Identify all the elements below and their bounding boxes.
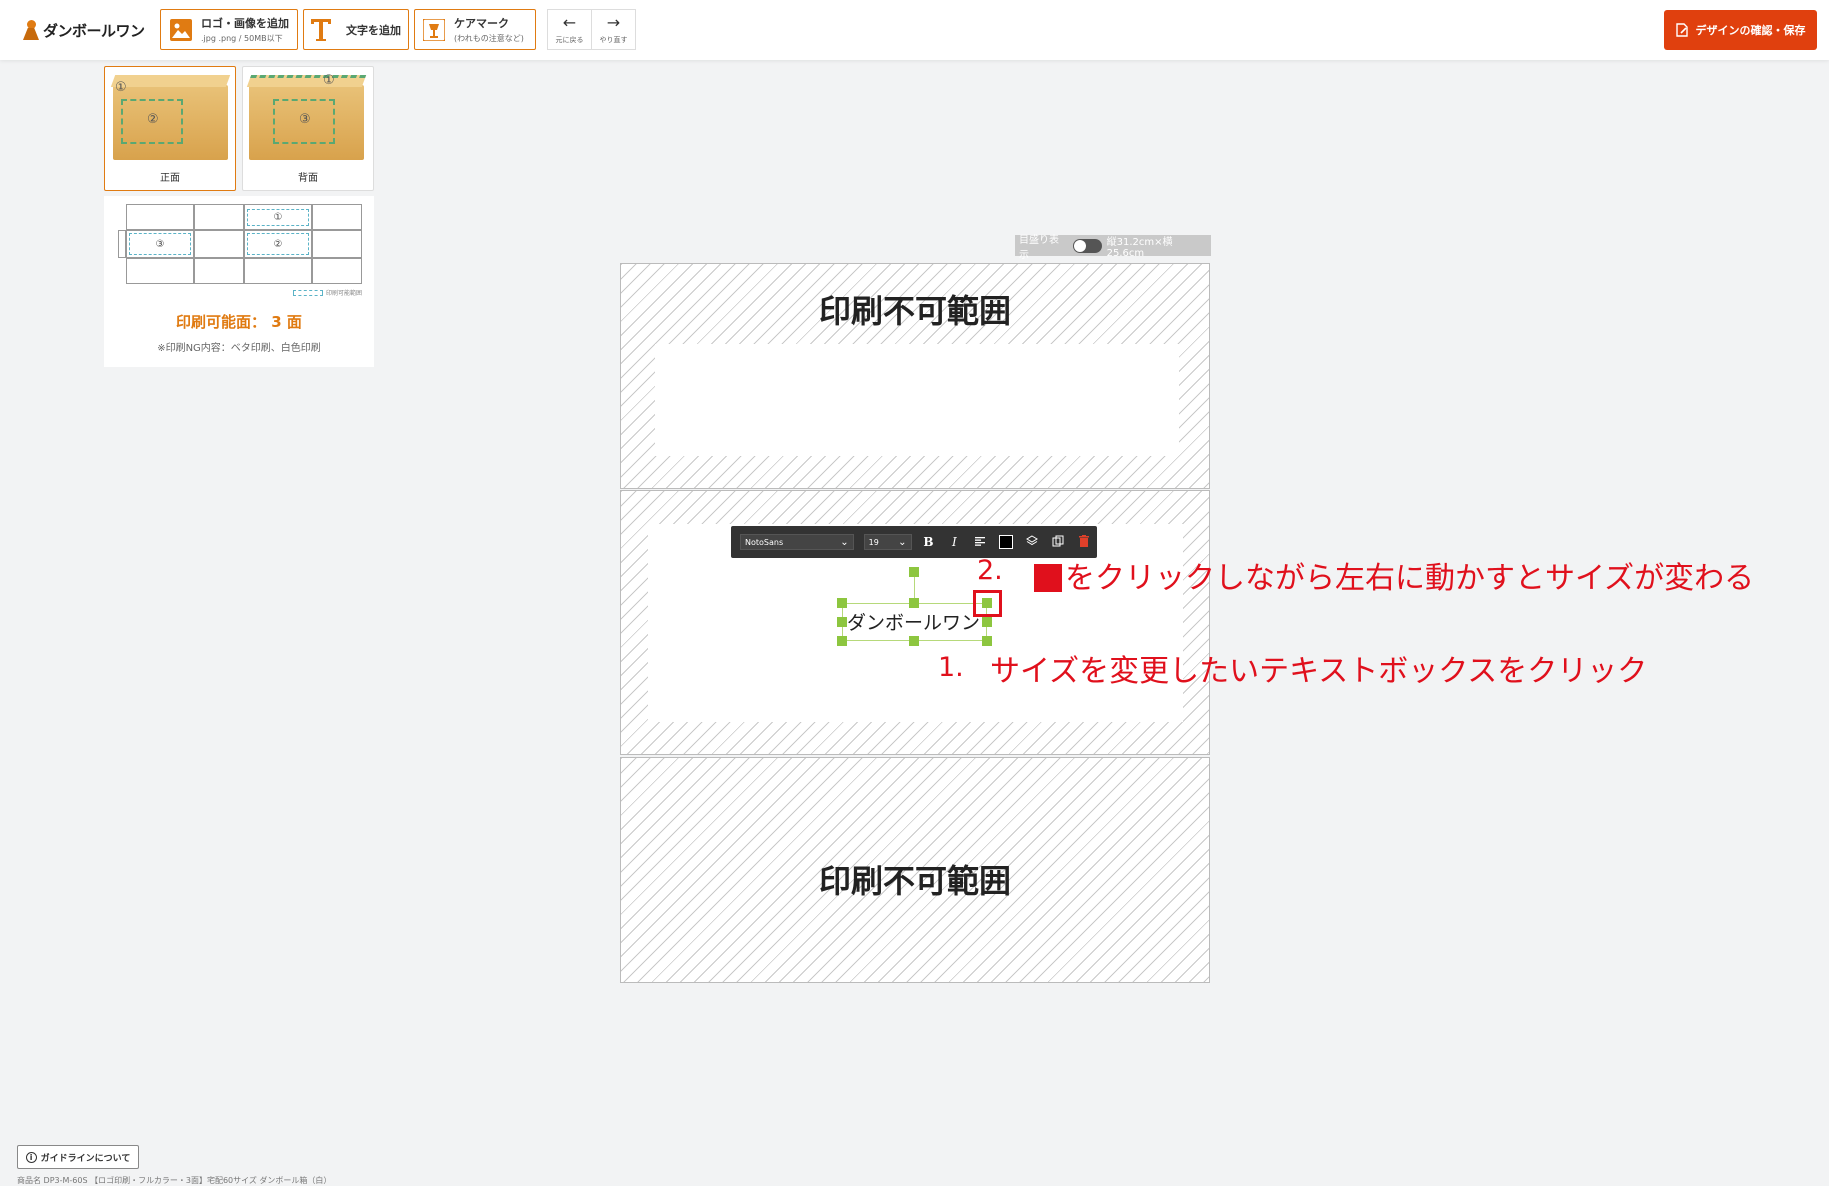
redo-label: やり直す	[599, 35, 628, 44]
font-family-select[interactable]: NotoSans ⌄	[740, 534, 854, 550]
arrow-left-icon: ←	[562, 12, 577, 32]
care-mark-label: ケアマーク	[454, 17, 509, 30]
box-front-illustration: ① ②	[110, 75, 231, 160]
face-number: ③	[299, 112, 311, 127]
annotation-step2-number: 2.	[977, 555, 1003, 586]
box-back-illustration: ① ③	[246, 73, 367, 160]
undo-button[interactable]: ← 元に戻る	[548, 10, 591, 49]
image-icon	[170, 18, 192, 41]
guideline-label: ガイドラインについて	[40, 1153, 131, 1164]
view-label-front: 正面	[160, 173, 180, 184]
net-face-3: ③	[129, 233, 191, 255]
italic-button[interactable]: I	[941, 535, 967, 549]
arrow-right-icon: →	[606, 12, 621, 32]
resize-handle-b[interactable]	[909, 636, 919, 646]
annotation-step1-text: サイズを変更したいテキストボックスをクリック	[990, 654, 1648, 689]
box-net-diagram: ① ② ③	[118, 204, 363, 286]
care-mark-icon	[423, 18, 445, 41]
canvas-info-bar: 目盛り表示 縦31.2cm×横25.6cm	[1015, 235, 1211, 261]
annotation-step2-text: をクリックしながら左右に動かすとサイズが変わる	[1065, 561, 1755, 596]
top-printable-area	[655, 344, 1179, 456]
rotate-handle[interactable]	[909, 567, 919, 577]
face-number: ①	[323, 73, 335, 88]
document-edit-icon	[1675, 23, 1688, 37]
align-left-icon[interactable]	[967, 535, 993, 549]
face-number: ②	[147, 112, 159, 127]
bold-button[interactable]: B	[916, 535, 942, 549]
annotation-step2: をクリックしながら左右に動かすとサイズが変わる	[1034, 553, 1754, 597]
print-faces-count: 印刷可能面： 3 面	[176, 313, 302, 331]
header: ダンボールワン ロゴ・画像を追加 .jpg .png / 50MB以下 文字を追…	[0, 0, 1829, 60]
canvas-top-flap: 印刷不可範囲	[620, 263, 1210, 489]
view-thumb-back[interactable]: ① ③ 背面	[242, 66, 374, 191]
resize-handle-br[interactable]	[982, 636, 992, 646]
confirm-save-button[interactable]: デザインの確認・保存	[1664, 10, 1817, 50]
resize-handle-l[interactable]	[837, 617, 847, 627]
product-note: 商品名 DP3-M-60S 【ロゴ印刷・フルカラー・3面】宅配60サイズ ダンボ…	[17, 1176, 332, 1185]
view-label-back: 背面	[298, 173, 318, 184]
print-ng-note: ※印刷NG内容：ベタ印刷、白色印刷	[157, 343, 321, 354]
red-square-icon	[1034, 564, 1062, 592]
text-box-content: ダンボールワン	[847, 612, 981, 634]
duplicate-icon[interactable]	[1045, 535, 1071, 550]
logo[interactable]: ダンボールワン	[22, 17, 145, 43]
care-mark-button[interactable]: ケアマーク (われもの注意など)	[414, 9, 536, 50]
confirm-save-label: デザインの確認・保存	[1695, 24, 1806, 37]
face-number: ①	[115, 80, 127, 95]
layers-icon[interactable]	[1019, 534, 1045, 550]
canvas-bottom-flap: 印刷不可範囲	[620, 757, 1210, 983]
font-family-value: NotoSans	[745, 537, 784, 547]
undo-label: 元に戻る	[555, 35, 584, 44]
resize-handle-t[interactable]	[909, 598, 919, 608]
add-text-label: 文字を追加	[346, 23, 401, 37]
resize-handle-bl[interactable]	[837, 636, 847, 646]
redo-button[interactable]: → やり直す	[591, 10, 635, 49]
guideline-button[interactable]: i ガイドラインについて	[17, 1145, 139, 1169]
history-group: ← 元に戻る → やり直す	[547, 9, 636, 50]
text-t-icon	[310, 18, 332, 41]
add-image-button[interactable]: ロゴ・画像を追加 .jpg .png / 50MB以下	[160, 9, 298, 50]
trim-toggle-label: 目盛り表示	[1019, 234, 1059, 261]
net-face-1: ①	[247, 209, 309, 226]
view-thumb-front[interactable]: ① ② 正面	[104, 66, 236, 191]
resize-handle-r[interactable]	[982, 617, 992, 627]
trash-icon[interactable]	[1071, 534, 1097, 550]
care-mark-sub: (われもの注意など)	[454, 34, 524, 43]
canvas-dimensions: 縦31.2cm×横25.6cm	[1106, 236, 1173, 259]
chevron-down-icon: ⌄	[840, 536, 849, 548]
font-size-value: 19	[868, 537, 879, 547]
net-legend: 印刷可能範囲	[292, 288, 362, 297]
add-image-sub: .jpg .png / 50MB以下	[201, 34, 283, 43]
trim-toggle[interactable]	[1072, 238, 1102, 253]
unprintable-label: 印刷不可範囲	[818, 862, 1011, 900]
logo-mark-icon	[22, 20, 40, 40]
add-text-button[interactable]: 文字を追加	[303, 9, 409, 50]
text-color-button[interactable]	[993, 535, 1019, 550]
unprintable-label: 印刷不可範囲	[818, 292, 1011, 330]
font-size-select[interactable]: 19 ⌄	[863, 534, 912, 550]
info-icon: i	[25, 1151, 37, 1163]
net-face-2: ②	[247, 233, 309, 255]
net-legend-label: 印刷可能範囲	[325, 290, 362, 297]
add-image-label: ロゴ・画像を追加	[201, 17, 289, 30]
chevron-down-icon: ⌄	[898, 536, 907, 548]
box-net-panel: ① ② ③ 印刷可能範囲 印刷可能面： 3 面 ※印刷NG内容：ベタ印刷、白色印…	[104, 196, 374, 367]
highlight-frame	[973, 590, 1002, 617]
resize-handle-tl[interactable]	[837, 598, 847, 608]
annotation-step1-number: 1.	[938, 652, 964, 683]
logo-text: ダンボールワン	[43, 21, 145, 40]
